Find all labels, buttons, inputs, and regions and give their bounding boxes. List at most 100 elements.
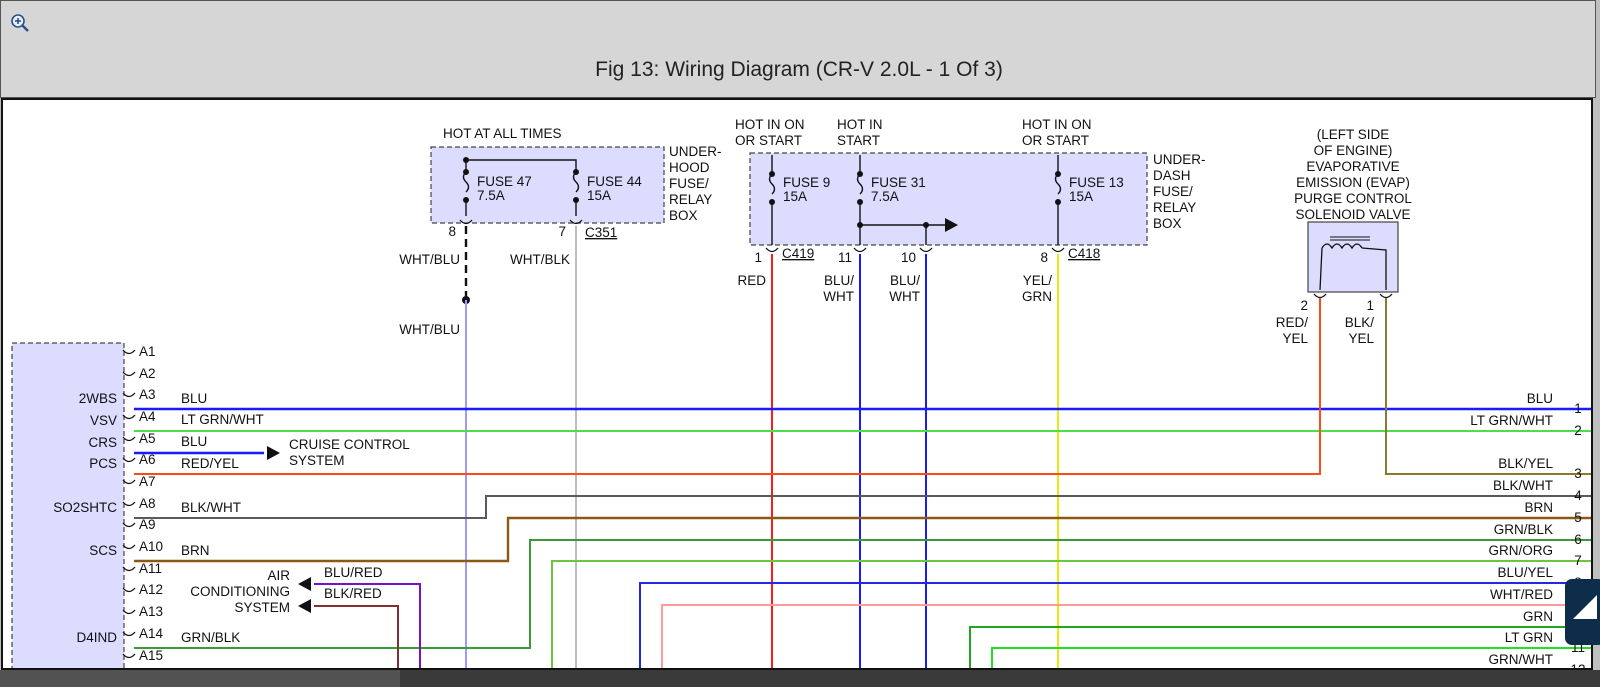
arrow-icon: [298, 577, 311, 591]
evap-label: EVAPORATIVE: [1306, 159, 1399, 174]
wire-grn-org: [551, 560, 1591, 668]
wire-label: BLU/: [824, 273, 854, 288]
ecm-pin-connector: [122, 349, 136, 355]
box-label: BOX: [1153, 216, 1182, 231]
ecm-signal-label: VSV: [90, 413, 117, 428]
page-title: Fig 13: Wiring Diagram (CR-V 2.0L - 1 Of…: [595, 58, 1003, 81]
ecm-signal-label: 2WBS: [79, 391, 117, 406]
wire-label: BRN: [181, 543, 210, 558]
harness-number: 6: [1574, 532, 1582, 547]
box-label: RELAY: [669, 192, 712, 207]
zoom-in-icon[interactable]: [10, 13, 30, 33]
connector-cup: [1051, 247, 1065, 253]
connector-id: C418: [1068, 246, 1100, 261]
connector-pin: 10: [901, 250, 916, 265]
fuse-name: FUSE 31: [871, 175, 926, 190]
connector-pin: 8: [448, 224, 456, 239]
fuse-rating: 7.5A: [477, 188, 505, 203]
box-label: UNDER-: [1153, 152, 1206, 167]
ecm-pin-label: A15: [139, 648, 163, 663]
fuse-name: FUSE 47: [477, 174, 532, 189]
wire-label: BLK/WHT: [1493, 478, 1553, 493]
fuse-terminal: [769, 171, 775, 177]
ecm-pin-connector: [122, 457, 136, 463]
supply-label: HOT IN ON: [735, 117, 805, 132]
ecm-pin-label: A3: [139, 387, 156, 402]
wire-label: GRN/BLK: [1494, 522, 1553, 537]
ecm-pin-label: A12: [139, 582, 163, 597]
wire-label: BLU/RED: [324, 565, 383, 580]
wire-label: GRN: [1022, 289, 1052, 304]
wire-label: GRN/WHT: [1489, 652, 1554, 667]
ecm-pin-connector: [122, 609, 136, 615]
wire-label: BLK/RED: [324, 586, 382, 601]
evap-label: SOLENOID VALVE: [1295, 207, 1410, 222]
supply-label: OR START: [1022, 133, 1089, 148]
ecm-pin-connector: [122, 501, 136, 507]
wire-label: YEL: [1348, 331, 1374, 346]
ecm-signal-label: PCS: [89, 456, 117, 471]
wire-label: LT GRN/WHT: [181, 412, 264, 427]
splice-dot: [463, 157, 469, 163]
ecm-pin-label: A10: [139, 539, 163, 554]
ecm-pin-label: A6: [139, 452, 156, 467]
box-label: RELAY: [1153, 200, 1196, 215]
ecm-pin-label: A13: [139, 604, 163, 619]
connector-pin: 1: [1366, 298, 1374, 313]
evap-label: EMISSION (EVAP): [1296, 175, 1410, 190]
ecm-pin-connector: [122, 631, 136, 637]
connector-id: C351: [585, 225, 617, 240]
fuse-terminal: [573, 169, 579, 175]
supply-label: HOT AT ALL TIMES: [443, 126, 562, 141]
wire-label: BLK/: [1345, 315, 1375, 330]
harness-number: 1: [1574, 401, 1582, 416]
fuse-rating: 7.5A: [871, 189, 899, 204]
ecm-signal-label: CRS: [88, 435, 117, 450]
wire-label: WHT/RED: [1490, 587, 1553, 602]
connector-cup: [853, 247, 867, 253]
ecm-pin-connector: [122, 522, 136, 528]
cruise-label: SYSTEM: [289, 453, 345, 468]
arrow-icon: [298, 599, 311, 613]
fuse-name: FUSE 13: [1069, 175, 1124, 190]
ecm-pin-label: A14: [139, 626, 164, 641]
box-label: HOOD: [669, 160, 710, 175]
ecm-pin-label: A7: [139, 474, 156, 489]
wire-blk-red: [314, 605, 399, 668]
wire-label: GRN/ORG: [1488, 543, 1553, 558]
box-label: FUSE/: [1153, 184, 1193, 199]
wire-blk-yel: [1385, 298, 1591, 475]
harness-number: 4: [1574, 488, 1582, 503]
connector-cup: [1313, 293, 1327, 299]
ecm-pin-connector: [122, 392, 136, 398]
box-label: DASH: [1153, 168, 1191, 183]
ecm-pin-connector: [122, 566, 136, 572]
fuse-terminal: [463, 169, 469, 175]
ecm-pin-connector: [122, 587, 136, 593]
bottom-strip: [0, 670, 1600, 687]
scroll-nav-button[interactable]: [1565, 579, 1600, 645]
wire-label: BLU: [181, 434, 207, 449]
wire-label: BLK/YEL: [1498, 456, 1553, 471]
diagram-frame: A1 A2 A3 A4 A5 A6 A7 A8 A9 A10 A11 A12 A13 A14 A15 2WBS…: [1, 98, 1593, 670]
aircon-label: AIR: [267, 568, 290, 583]
wire-label: WHT: [823, 289, 854, 304]
wire-label: YEL: [1282, 331, 1308, 346]
connector-cup: [765, 247, 779, 253]
ecm-signal-label: SO2SHTC: [53, 500, 117, 515]
supply-label: OR START: [735, 133, 802, 148]
harness-number: 5: [1574, 510, 1582, 525]
connector-pin: 7: [558, 224, 566, 239]
cruise-label: CRUISE CONTROL: [289, 437, 410, 452]
wire-label: RED/: [1276, 315, 1309, 330]
ecm-pin-label: A2: [139, 366, 156, 381]
ecm-pin-connector: [122, 544, 136, 550]
fuse-rating: 15A: [1069, 189, 1093, 204]
wire-label: BLU/YEL: [1497, 565, 1553, 580]
evap-label: (LEFT SIDE: [1317, 127, 1390, 142]
connector-pin: 11: [838, 250, 852, 265]
harness-number: 12: [1570, 662, 1585, 670]
wire-label: BLU: [181, 391, 207, 406]
fuse-rating: 15A: [783, 189, 807, 204]
supply-label: HOT IN ON: [1022, 117, 1092, 132]
